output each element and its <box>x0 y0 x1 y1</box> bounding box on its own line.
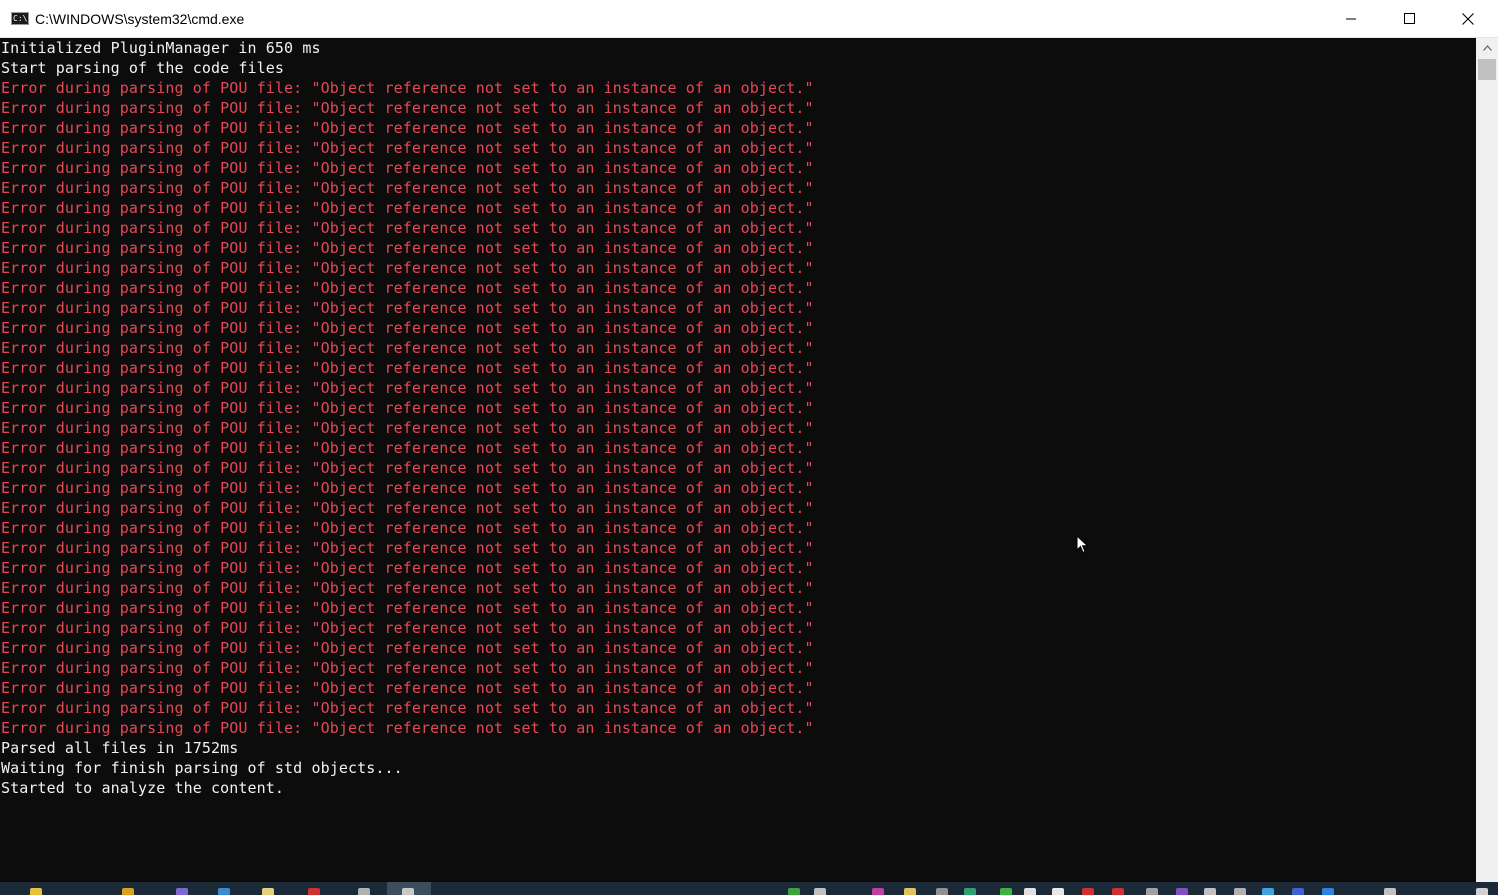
title-bar[interactable]: C:\. C:\WINDOWS\system32\cmd.exe <box>0 0 1498 38</box>
vertical-scrollbar[interactable] <box>1476 38 1498 882</box>
console-error-line: Error during parsing of POU file: "Objec… <box>1 299 814 317</box>
tray-icon[interactable] <box>814 888 826 895</box>
console-error-line: Error during parsing of POU file: "Objec… <box>1 259 814 277</box>
console-error-line: Error during parsing of POU file: "Objec… <box>1 699 814 717</box>
console-error-line: Error during parsing of POU file: "Objec… <box>1 399 814 417</box>
tray-icon[interactable] <box>964 888 976 895</box>
console-line: Start parsing of the code files <box>1 59 285 77</box>
scroll-thumb[interactable] <box>1478 59 1496 80</box>
console-error-line: Error during parsing of POU file: "Objec… <box>1 639 814 657</box>
taskbar-app-icon[interactable] <box>358 888 370 895</box>
tray-icon[interactable] <box>1112 888 1124 895</box>
taskbar-app-icon[interactable] <box>308 888 320 895</box>
taskbar-app-icon[interactable] <box>176 888 188 895</box>
tray-icon[interactable] <box>1234 888 1246 895</box>
console-error-line: Error during parsing of POU file: "Objec… <box>1 679 814 697</box>
console-error-line: Error during parsing of POU file: "Objec… <box>1 439 814 457</box>
console-error-line: Error during parsing of POU file: "Objec… <box>1 379 814 397</box>
tray-icon[interactable] <box>936 888 948 895</box>
console-error-line: Error during parsing of POU file: "Objec… <box>1 559 814 577</box>
console-error-line: Error during parsing of POU file: "Objec… <box>1 159 814 177</box>
console-error-line: Error during parsing of POU file: "Objec… <box>1 459 814 477</box>
taskbar-app-icon[interactable] <box>402 888 414 895</box>
tray-icon[interactable] <box>1024 888 1036 895</box>
tray-icon[interactable] <box>1384 888 1396 895</box>
window-title: C:\WINDOWS\system32\cmd.exe <box>35 11 245 27</box>
console-line: Started to analyze the content. <box>1 779 285 797</box>
console-error-line: Error during parsing of POU file: "Objec… <box>1 319 814 337</box>
maximize-icon <box>1403 13 1415 24</box>
console-error-line: Error during parsing of POU file: "Objec… <box>1 719 814 737</box>
tray-icon[interactable] <box>1052 888 1064 895</box>
tray-icon[interactable] <box>1000 888 1012 895</box>
console-line: Waiting for finish parsing of std object… <box>1 759 403 777</box>
console-error-line: Error during parsing of POU file: "Objec… <box>1 119 814 137</box>
console-error-line: Error during parsing of POU file: "Objec… <box>1 619 814 637</box>
taskbar <box>0 882 1498 895</box>
taskbar-app-icon[interactable] <box>30 888 42 895</box>
close-button[interactable] <box>1438 0 1498 37</box>
console-line: Parsed all files in 1752ms <box>1 739 239 757</box>
console-error-line: Error during parsing of POU file: "Objec… <box>1 279 814 297</box>
console-error-line: Error during parsing of POU file: "Objec… <box>1 339 814 357</box>
console-error-line: Error during parsing of POU file: "Objec… <box>1 359 814 377</box>
console-error-line: Error during parsing of POU file: "Objec… <box>1 179 814 197</box>
cmd-window: C:\. C:\WINDOWS\system32\cmd.exe Initial… <box>0 0 1498 882</box>
tray-icon[interactable] <box>1322 888 1334 895</box>
console-error-line: Error during parsing of POU file: "Objec… <box>1 419 814 437</box>
tray-icon[interactable] <box>872 888 884 895</box>
tray-icon[interactable] <box>904 888 916 895</box>
tray-icon[interactable] <box>1082 888 1094 895</box>
tray-icon[interactable] <box>1262 888 1274 895</box>
mouse-pointer-icon <box>1076 534 1090 555</box>
tray-icon[interactable] <box>1176 888 1188 895</box>
cmd-app-icon[interactable]: C:\. <box>11 12 33 25</box>
console-error-line: Error during parsing of POU file: "Objec… <box>1 579 814 597</box>
console-error-line: Error during parsing of POU file: "Objec… <box>1 79 814 97</box>
tray-icon[interactable] <box>1476 888 1488 895</box>
taskbar-app-icon[interactable] <box>122 888 134 895</box>
console-error-line: Error during parsing of POU file: "Objec… <box>1 539 814 557</box>
maximize-button[interactable] <box>1380 0 1438 37</box>
cmd-app-icon-label: C:\. <box>13 14 33 23</box>
console-error-line: Error during parsing of POU file: "Objec… <box>1 199 814 217</box>
console-error-line: Error during parsing of POU file: "Objec… <box>1 659 814 677</box>
tray-icon[interactable] <box>1146 888 1158 895</box>
console-error-line: Error during parsing of POU file: "Objec… <box>1 219 814 237</box>
console-line: Initialized PluginManager in 650 ms <box>1 39 321 57</box>
console-error-line: Error during parsing of POU file: "Objec… <box>1 139 814 157</box>
minimize-button[interactable] <box>1322 0 1380 37</box>
taskbar-app-icon[interactable] <box>218 888 230 895</box>
tray-icon[interactable] <box>1204 888 1216 895</box>
tray-icon[interactable] <box>788 888 800 895</box>
minimize-icon <box>1346 18 1356 19</box>
console-error-line: Error during parsing of POU file: "Objec… <box>1 99 814 117</box>
console-error-line: Error during parsing of POU file: "Objec… <box>1 239 814 257</box>
console-error-line: Error during parsing of POU file: "Objec… <box>1 599 814 617</box>
console-output[interactable]: Initialized PluginManager in 650 ms Start… <box>0 38 1476 882</box>
tray-icon[interactable] <box>1292 888 1304 895</box>
console-error-line: Error during parsing of POU file: "Objec… <box>1 479 814 497</box>
console-error-line: Error during parsing of POU file: "Objec… <box>1 519 814 537</box>
scroll-up-button[interactable] <box>1476 38 1498 58</box>
chevron-up-icon <box>1482 45 1492 51</box>
console-lines: Initialized PluginManager in 650 ms Start… <box>0 38 1476 798</box>
console-error-line: Error during parsing of POU file: "Objec… <box>1 499 814 517</box>
taskbar-app-icon[interactable] <box>262 888 274 895</box>
close-icon <box>1462 12 1474 25</box>
